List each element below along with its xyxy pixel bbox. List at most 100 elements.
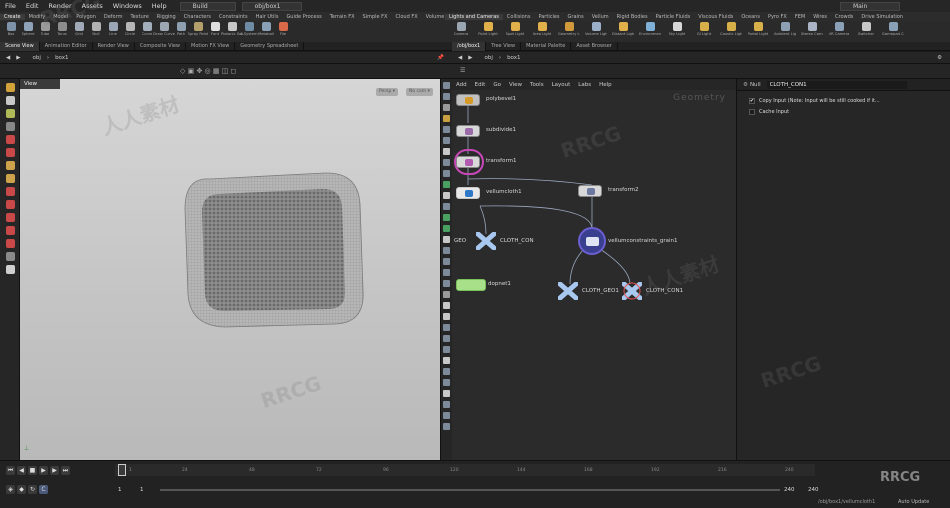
shelf-tool[interactable]: Draw Curve — [153, 21, 175, 36]
jump-start-icon[interactable]: ⏮ — [6, 466, 15, 475]
display-option-icon[interactable] — [443, 137, 450, 144]
shelf-tool[interactable]: L-System — [240, 21, 258, 36]
display-option-icon[interactable] — [443, 104, 450, 111]
display-option-icon[interactable] — [443, 291, 450, 298]
cache-tool-icon[interactable] — [6, 252, 15, 261]
pin-icon[interactable]: 📌 — [437, 55, 444, 61]
tab-scene-view[interactable]: Scene View — [0, 41, 40, 51]
display-option-icon[interactable] — [443, 247, 450, 254]
node-name-field[interactable]: CLOTH_CON1 — [766, 80, 907, 89]
snap-icons[interactable]: ◇ ▣ ✥ ◎ ▦ ◫ ◻ — [180, 67, 236, 75]
cache-input-checkbox[interactable] — [749, 108, 755, 115]
gear-icon[interactable]: ⚙ — [743, 82, 748, 88]
display-option-icon[interactable] — [443, 269, 450, 276]
scale-tool-icon[interactable] — [6, 122, 15, 131]
shelf-tab[interactable]: Drive Simulation — [857, 14, 907, 20]
display-option-icon[interactable] — [443, 181, 450, 188]
shelf-tool[interactable]: Sky Light — [664, 21, 690, 36]
shelf-tab[interactable]: Texture — [126, 14, 152, 20]
shelf-tab[interactable]: Vellum — [588, 14, 613, 20]
jump-end-icon[interactable]: ⏭ — [61, 466, 70, 475]
keys-icon[interactable]: ◈ — [6, 485, 15, 494]
display-option-icon[interactable] — [443, 302, 450, 309]
tab-composite-view[interactable]: Composite View — [135, 41, 186, 51]
start-frame[interactable]: 1 — [118, 487, 122, 493]
menu-windows[interactable]: Windows — [108, 2, 147, 10]
step-forward-icon[interactable]: ▶ — [50, 466, 59, 475]
display-option-icon[interactable] — [443, 148, 450, 155]
shelf-tab[interactable]: Guide Process — [282, 14, 325, 20]
shelf-tool[interactable]: Torus — [54, 21, 70, 36]
scene-path-dropdown[interactable]: obj/box1 — [241, 1, 302, 11]
display-option-icon[interactable] — [443, 192, 450, 199]
desktop-dropdown[interactable]: Build — [179, 1, 236, 11]
node-vellumconstraints[interactable] — [578, 227, 606, 255]
shelf-tool[interactable]: Caustic Light — [718, 21, 744, 36]
node-cloth-con[interactable] — [475, 231, 497, 251]
display-option-icon[interactable] — [443, 159, 450, 166]
loop-icon[interactable]: ↻ — [28, 485, 37, 494]
current-frame[interactable]: 1 — [140, 487, 144, 493]
snap-tool-icon[interactable] — [6, 213, 15, 222]
network-menu-icon[interactable]: ☰ — [460, 67, 465, 74]
shelf-tab[interactable]: Crowds — [831, 14, 857, 20]
shelf-tab[interactable]: Grains — [564, 14, 588, 20]
rotate-tool-icon[interactable] — [6, 109, 15, 118]
shelf-tool[interactable]: Gamepad Camera — [880, 21, 906, 36]
tab-animation-editor[interactable]: Animation Editor — [40, 41, 93, 51]
shelf-tool[interactable]: Stereo Camera — [799, 21, 825, 36]
display-option-icon[interactable] — [443, 412, 450, 419]
shelf-tab[interactable]: Simple FX — [359, 14, 392, 20]
tab-motion-fx-view[interactable]: Motion FX View — [186, 41, 236, 51]
pose-tool-icon[interactable] — [6, 135, 15, 144]
display-option-icon[interactable] — [443, 313, 450, 320]
node-polybevel[interactable] — [456, 94, 480, 106]
magnet-soft-icon[interactable] — [6, 239, 15, 248]
playhead[interactable] — [118, 464, 126, 476]
shelf-tool[interactable]: Portal Light — [745, 21, 771, 36]
lock-tool-icon[interactable] — [6, 200, 15, 209]
keyframe-icon[interactable]: ◆ — [17, 485, 26, 494]
shelf-tab[interactable]: Viscous Fluids — [694, 14, 737, 20]
display-option-icon[interactable] — [443, 225, 450, 232]
shelf-tool[interactable]: Environment Light — [637, 21, 663, 36]
pane-options-icon[interactable]: ⚙ — [937, 55, 942, 61]
display-option-icon[interactable] — [443, 126, 450, 133]
shelf-tool[interactable]: Metaball — [258, 21, 274, 36]
shelf-tab[interactable]: Characters — [180, 14, 215, 20]
forward-arrow-icon[interactable]: ▶ — [468, 55, 472, 61]
display-option-icon[interactable] — [443, 258, 450, 265]
display-option-icon[interactable] — [443, 379, 450, 386]
back-arrow-icon[interactable]: ◀ — [6, 55, 10, 61]
step-back-icon[interactable]: ◀ — [17, 466, 26, 475]
view-tool-icon[interactable] — [6, 161, 15, 170]
move-tool-icon[interactable] — [6, 96, 15, 105]
shelf-tool[interactable]: Sphere — [20, 21, 36, 36]
play-icon[interactable]: ▶ — [39, 466, 48, 475]
shelf-tab[interactable]: Collisions — [503, 14, 535, 20]
node-dopnet[interactable] — [456, 279, 486, 291]
shelf-tool[interactable]: Volume Light — [583, 21, 609, 36]
node-transform2[interactable] — [578, 185, 602, 197]
display-option-icon[interactable] — [443, 170, 450, 177]
end-frame[interactable]: 240 — [784, 487, 795, 493]
node-cloth-con1[interactable] — [621, 281, 643, 301]
shelf-tab[interactable]: Oceans — [737, 14, 764, 20]
shelf-tool[interactable]: Tube — [37, 21, 53, 36]
auto-update[interactable]: Auto Update — [898, 499, 929, 505]
shelf-tool[interactable]: Platonic Solids — [221, 21, 243, 36]
shelf-tab[interactable]: Cloud FX — [391, 14, 421, 20]
shelf-tool[interactable]: Camera — [448, 21, 474, 36]
display-option-icon[interactable] — [443, 401, 450, 408]
shelf-tool[interactable]: Box — [3, 21, 19, 36]
display-option-icon[interactable] — [443, 280, 450, 287]
shelf-tool[interactable]: Circle — [122, 21, 138, 36]
menu-edit[interactable]: Edit — [21, 2, 44, 10]
shelf-tab[interactable]: Terrain FX — [326, 14, 359, 20]
tab-geometry-spreadsheet[interactable]: Geometry Spreadsheet — [235, 41, 305, 51]
network-editor[interactable]: Add Edit Go View Tools Layout Labs Help … — [452, 79, 736, 460]
display-option-icon[interactable] — [443, 346, 450, 353]
realtime-icon[interactable]: C — [39, 485, 48, 494]
handle-tool-icon[interactable] — [6, 148, 15, 157]
display-option-icon[interactable] — [443, 115, 450, 122]
